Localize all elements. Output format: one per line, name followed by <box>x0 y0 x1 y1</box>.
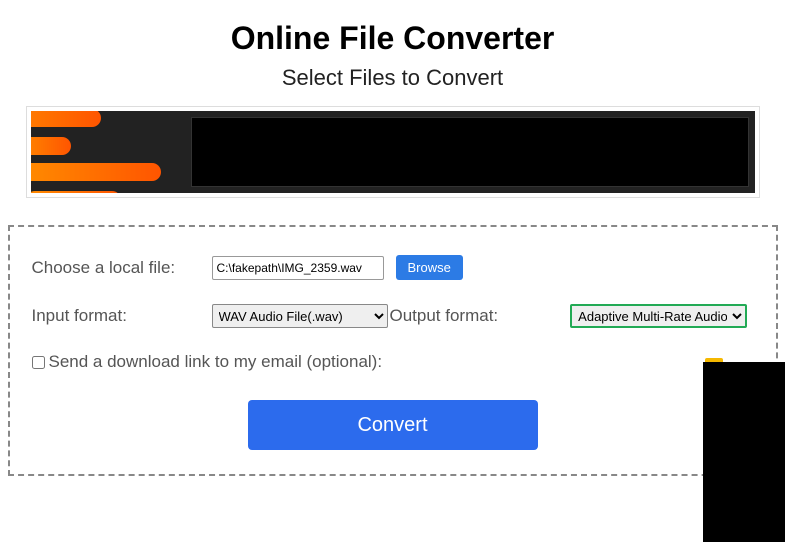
popup-overlay[interactable] <box>703 362 785 542</box>
converter-form: Choose a local file: Browse Input format… <box>8 225 778 476</box>
convert-button[interactable]: Convert <box>248 400 538 450</box>
banner-decoration <box>31 111 191 193</box>
file-path-input[interactable] <box>212 256 384 280</box>
output-format-label: Output format: <box>390 306 499 326</box>
browse-button[interactable]: Browse <box>396 255 463 280</box>
ad-banner[interactable] <box>27 107 759 197</box>
email-checkbox[interactable] <box>32 356 45 369</box>
page-subtitle: Select Files to Convert <box>0 65 785 91</box>
page-title: Online File Converter <box>0 20 785 57</box>
banner-content <box>191 117 749 187</box>
email-label: Send a download link to my email (option… <box>49 352 383 372</box>
input-format-select[interactable]: WAV Audio File(.wav) <box>212 304 388 328</box>
choose-file-label: Choose a local file: <box>32 258 212 278</box>
input-format-label: Input format: <box>32 306 212 326</box>
output-format-select[interactable]: Adaptive Multi-Rate Audio F <box>570 304 747 328</box>
